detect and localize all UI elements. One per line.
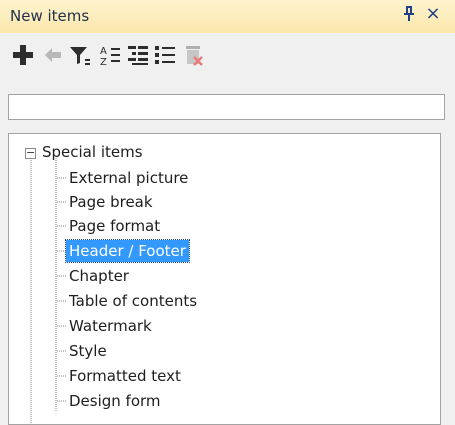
search-input[interactable] [8,94,445,120]
list-view-icon[interactable] [152,42,178,68]
delete-icon[interactable] [180,42,206,68]
tree-root-special-items[interactable]: Special items [42,143,143,161]
tree-item-table-of-contents[interactable]: Table of contents [66,290,200,312]
panel-title: New items [10,7,90,25]
sort-az-icon[interactable]: AZ [96,42,122,68]
collapse-toggle-icon[interactable]: − [25,147,36,159]
filter-icon[interactable] [67,42,93,68]
svg-text:A: A [100,46,107,57]
item-tree[interactable]: − Special items External picture Page br… [8,133,441,425]
new-items-panel: New items × AZ − Special items External … [0,0,455,425]
tree-item-header-footer[interactable]: Header / Footer [65,239,190,263]
tree-item-external-picture[interactable]: External picture [66,167,191,189]
tree-item-design-form[interactable]: Design form [66,390,164,412]
tree-item-page-format[interactable]: Page format [66,215,163,237]
tree-item-style[interactable]: Style [66,340,110,362]
tree-item-chapter[interactable]: Chapter [66,265,132,287]
close-icon[interactable]: × [424,3,442,24]
back-arrow-icon[interactable] [40,42,66,68]
tree-item-watermark[interactable]: Watermark [66,315,155,337]
svg-text:Z: Z [100,57,107,68]
panel-header: New items × [0,0,455,34]
tree-item-formatted-text[interactable]: Formatted text [66,365,184,387]
add-icon[interactable] [10,42,36,68]
pin-icon[interactable] [400,6,418,26]
tree-view-icon[interactable] [125,42,151,68]
toolbar: AZ [0,33,455,78]
tree-item-page-break[interactable]: Page break [66,191,156,213]
